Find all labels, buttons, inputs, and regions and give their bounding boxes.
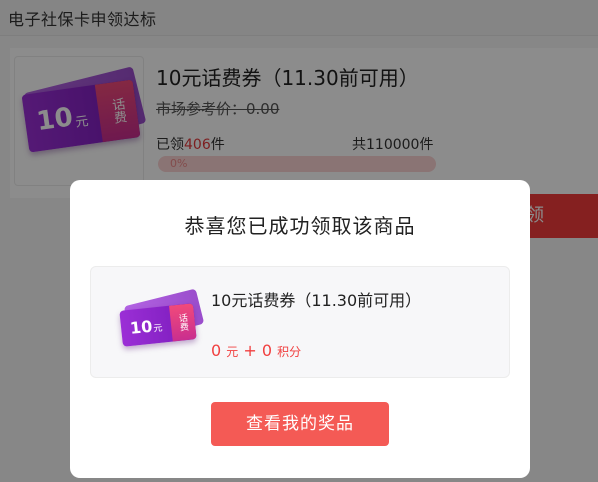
prize-ticket-amount-unit: 元 xyxy=(153,323,164,335)
cost-plus-sign: + xyxy=(243,341,257,360)
cost-points-unit: 积分 xyxy=(277,345,302,359)
prize-ticket-image: 10 元 话费 xyxy=(119,303,197,347)
cost-points-value: 0 xyxy=(261,341,273,360)
dialog-title: 恭喜您已成功领取该商品 xyxy=(184,214,416,238)
page: 电子社保卡申领达标 10 元 话费 10元话费券（11.30前可用） 市场参考价：… xyxy=(0,0,598,482)
cost-yuan-unit: 元 xyxy=(226,345,239,359)
success-dialog: 恭喜您已成功领取该商品 10 元 话费 10元话费券（11.30前可用） 0 元 … xyxy=(70,180,530,478)
prize-name: 10元话费券（11.30前可用） xyxy=(211,291,422,310)
prize-ticket-amount-value: 10 xyxy=(129,316,154,338)
prize-card: 10 元 话费 10元话费券（11.30前可用） 0 元 + 0 积分 xyxy=(90,266,510,378)
cost-yuan-value: 0 xyxy=(211,341,222,360)
prize-ticket-amount: 10 元 xyxy=(119,306,172,347)
prize-ticket-kind: 话费 xyxy=(169,303,197,342)
view-my-prizes-button[interactable]: 查看我的奖品 xyxy=(211,402,389,446)
prize-cost: 0 元 + 0 积分 xyxy=(211,341,301,360)
